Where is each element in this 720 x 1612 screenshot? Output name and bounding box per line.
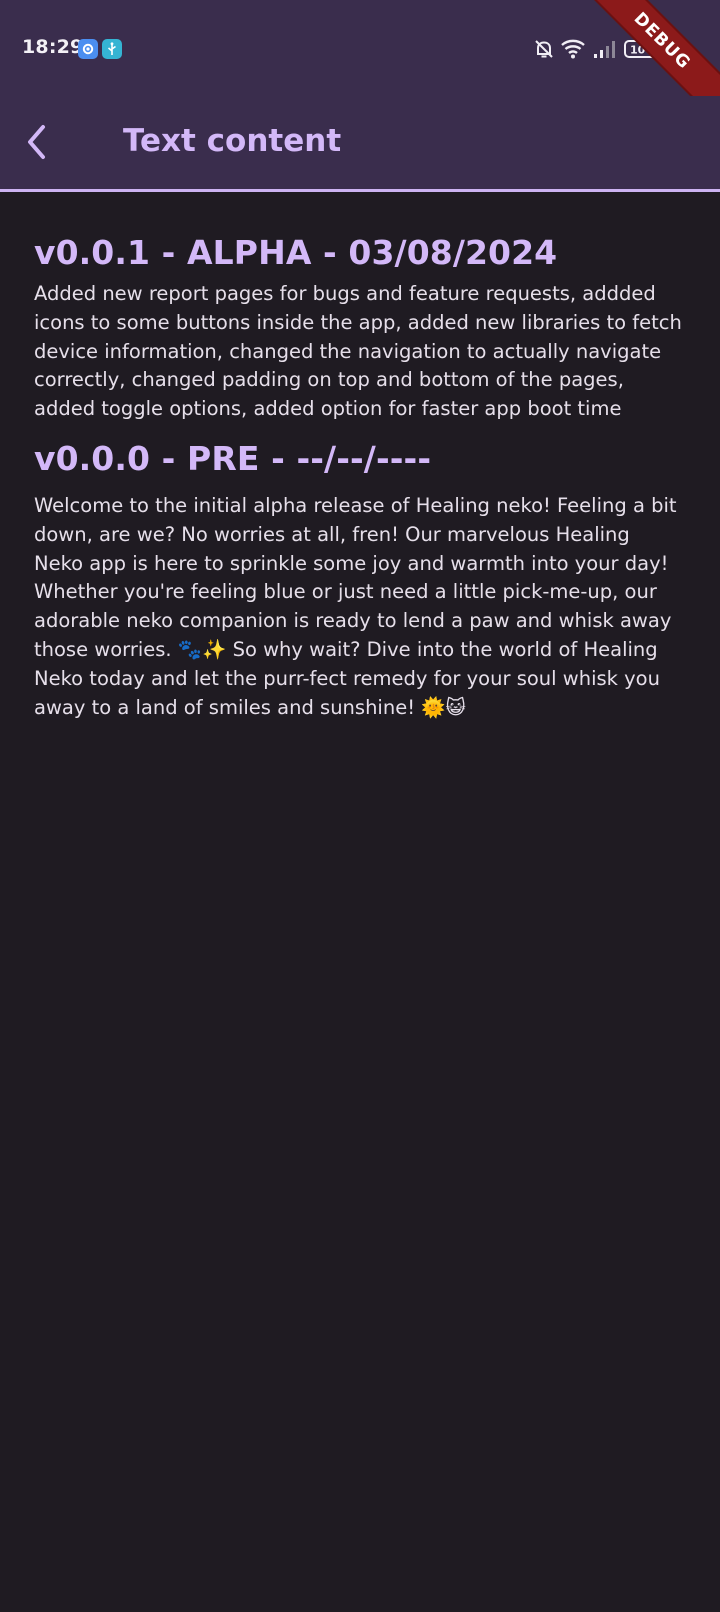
changelog-entry: v0.0.1 - ALPHA - 03/08/2024 Added new re… bbox=[34, 230, 684, 424]
app-bar: Text content bbox=[0, 96, 720, 192]
gear-icon bbox=[78, 39, 98, 59]
version-body: Welcome to the initial alpha release of … bbox=[34, 493, 677, 719]
version-body: Added new report pages for bugs and feat… bbox=[34, 282, 682, 421]
changelog-entry: v0.0.0 - PRE - --/--/---- Welcome to the… bbox=[34, 436, 684, 722]
version-heading: v0.0.0 - PRE - --/--/---- bbox=[34, 438, 432, 478]
version-heading: v0.0.1 - ALPHA - 03/08/2024 bbox=[34, 233, 558, 272]
bell-off-icon bbox=[533, 38, 555, 60]
back-button[interactable] bbox=[20, 122, 56, 162]
usb-icon bbox=[102, 39, 122, 59]
wifi-icon bbox=[560, 38, 586, 60]
status-time: 18:29 bbox=[22, 36, 84, 58]
page-title: Text content bbox=[123, 123, 342, 159]
status-bar: 18:29 100 DEBUG bbox=[0, 0, 720, 145]
changelog-content: v0.0.1 - ALPHA - 03/08/2024 Added new re… bbox=[34, 230, 684, 722]
chevron-left-icon bbox=[28, 125, 45, 159]
signal-icon bbox=[593, 38, 619, 60]
